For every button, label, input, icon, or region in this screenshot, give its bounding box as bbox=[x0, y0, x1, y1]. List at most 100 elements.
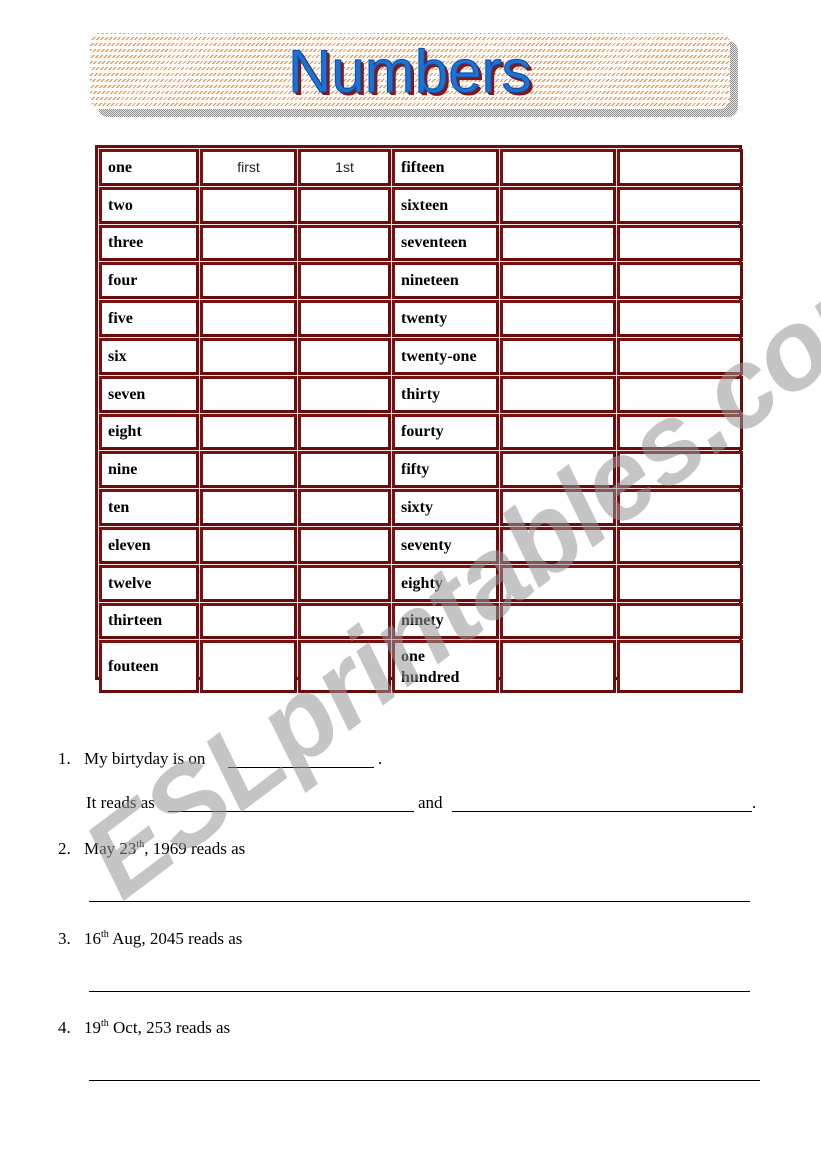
ordinal-word-cell[interactable] bbox=[500, 451, 616, 489]
cardinal-cell: three bbox=[99, 224, 199, 262]
exercise-prompt: Aug, 2045 reads as bbox=[108, 929, 243, 948]
ordinal-word-cell[interactable] bbox=[500, 262, 616, 300]
reads-as-blank-1[interactable] bbox=[168, 811, 414, 812]
exercise-2: 2. May 23th, 1969 reads as bbox=[58, 839, 245, 859]
ordinal-word-cell[interactable] bbox=[200, 489, 297, 526]
answer-line-2[interactable] bbox=[89, 901, 750, 902]
ordinal-abbr-cell[interactable] bbox=[298, 375, 391, 413]
ordinal-word-cell[interactable] bbox=[200, 413, 297, 451]
ordinal-word-cell[interactable] bbox=[200, 337, 297, 375]
ordinal-word-cell[interactable] bbox=[500, 564, 616, 602]
ordinal-word-cell[interactable] bbox=[500, 602, 616, 640]
cardinal-cell: four bbox=[99, 262, 199, 300]
exercise-number: 4. bbox=[58, 1018, 71, 1037]
ordinal-abbr-cell[interactable] bbox=[617, 526, 743, 564]
ordinal-abbr-cell[interactable] bbox=[298, 413, 391, 451]
ordinal-word-cell[interactable] bbox=[200, 262, 297, 300]
cardinal-cell: twenty-one bbox=[392, 337, 499, 375]
cardinal-cell: eleven bbox=[99, 526, 199, 564]
exercise-number: 2. bbox=[58, 839, 71, 858]
ordinal-word-cell[interactable] bbox=[200, 451, 297, 489]
cardinal-cell: ninety bbox=[392, 602, 499, 640]
ordinal-word-cell[interactable] bbox=[500, 149, 616, 186]
ordinal-abbr-cell[interactable] bbox=[298, 526, 391, 564]
cardinal-cell: fouteen bbox=[99, 640, 199, 694]
ordinal-abbr-cell[interactable] bbox=[617, 224, 743, 262]
cardinal-cell: seventeen bbox=[392, 224, 499, 262]
ordinal-abbr-cell[interactable] bbox=[298, 602, 391, 640]
reads-as-blank-2[interactable] bbox=[452, 811, 752, 812]
ordinal-word-cell[interactable] bbox=[500, 640, 616, 694]
cardinal-cell: six bbox=[99, 337, 199, 375]
ordinal-word-cell[interactable] bbox=[200, 224, 297, 262]
numbers-table: one first 1st fifteen two sixteen three sevente… bbox=[95, 145, 743, 694]
ordinal-abbr-cell[interactable] bbox=[617, 413, 743, 451]
cardinal-cell: eight bbox=[99, 413, 199, 451]
cardinal-cell: one hundred bbox=[392, 640, 499, 694]
ordinal-word-cell[interactable] bbox=[500, 186, 616, 224]
ordinal-abbr-cell[interactable] bbox=[617, 149, 743, 186]
ordinal-word-cell[interactable] bbox=[500, 489, 616, 526]
ordinal-abbr-cell[interactable] bbox=[298, 337, 391, 375]
cardinal-cell: twenty bbox=[392, 300, 499, 337]
ordinal-abbr-cell[interactable] bbox=[298, 489, 391, 526]
ordinal-abbr-cell[interactable] bbox=[617, 262, 743, 300]
ordinal-word-cell[interactable] bbox=[500, 337, 616, 375]
exercise-1-reads-as: It reads as bbox=[86, 793, 155, 812]
ordinal-word-cell: first bbox=[200, 149, 297, 186]
cardinal-cell: five bbox=[99, 300, 199, 337]
cardinal-cell: one bbox=[99, 149, 199, 186]
ordinal-word-cell[interactable] bbox=[200, 564, 297, 602]
exercise-4: 4. 19th Oct, 253 reads as bbox=[58, 1018, 230, 1038]
ordinal-word-cell[interactable] bbox=[200, 186, 297, 224]
exercise-1-line2-end: . bbox=[752, 793, 757, 812]
answer-line-4[interactable] bbox=[89, 1080, 760, 1081]
exercise-3: 3. 16th Aug, 2045 reads as bbox=[58, 929, 242, 949]
ordinal-word-cell[interactable] bbox=[500, 224, 616, 262]
ordinal-word-cell[interactable] bbox=[500, 300, 616, 337]
exercise-text: My birtyday is on bbox=[84, 749, 206, 768]
title-banner: Numbers bbox=[90, 33, 730, 109]
exercise-1-end: . bbox=[378, 749, 383, 768]
exercise-date: 16 bbox=[84, 929, 101, 948]
page-title: Numbers bbox=[288, 38, 532, 106]
exercise-date: 19 bbox=[84, 1018, 101, 1037]
ordinal-word-cell[interactable] bbox=[500, 526, 616, 564]
ordinal-abbr-cell[interactable] bbox=[298, 186, 391, 224]
ordinal-word-cell[interactable] bbox=[200, 602, 297, 640]
cardinal-cell: sixteen bbox=[392, 186, 499, 224]
ordinal-abbr-cell[interactable] bbox=[298, 300, 391, 337]
cardinal-cell: two bbox=[99, 186, 199, 224]
ordinal-abbr-cell[interactable] bbox=[617, 186, 743, 224]
ordinal-word-cell[interactable] bbox=[200, 375, 297, 413]
cardinal-cell: thirty bbox=[392, 375, 499, 413]
ordinal-abbr-cell[interactable] bbox=[298, 640, 391, 694]
ordinal-abbr-cell[interactable] bbox=[298, 451, 391, 489]
ordinal-abbr-cell[interactable] bbox=[617, 564, 743, 602]
ordinal-abbr-cell[interactable] bbox=[298, 224, 391, 262]
exercise-prompt: , 1969 reads as bbox=[144, 839, 246, 858]
ordinal-abbr-cell[interactable] bbox=[298, 564, 391, 602]
ordinal-word-cell[interactable] bbox=[200, 300, 297, 337]
cardinal-cell: fifty bbox=[392, 451, 499, 489]
ordinal-word-cell[interactable] bbox=[200, 526, 297, 564]
ordinal-abbr-cell[interactable] bbox=[617, 602, 743, 640]
answer-line-3[interactable] bbox=[89, 991, 750, 992]
ordinal-abbr-cell[interactable] bbox=[617, 337, 743, 375]
ordinal-abbr-cell[interactable] bbox=[617, 300, 743, 337]
ordinal-abbr-cell[interactable] bbox=[298, 262, 391, 300]
cardinal-cell: nineteen bbox=[392, 262, 499, 300]
ordinal-abbr-cell[interactable] bbox=[617, 489, 743, 526]
cardinal-cell: sixty bbox=[392, 489, 499, 526]
ordinal-word-cell[interactable] bbox=[500, 375, 616, 413]
ordinal-abbr-cell[interactable] bbox=[617, 640, 743, 694]
ordinal-abbr-cell[interactable] bbox=[617, 451, 743, 489]
cardinal-cell: fifteen bbox=[392, 149, 499, 186]
ordinal-word-cell[interactable] bbox=[500, 413, 616, 451]
ordinal-abbr-cell[interactable] bbox=[617, 375, 743, 413]
cardinal-cell: seventy bbox=[392, 526, 499, 564]
cardinal-cell: seven bbox=[99, 375, 199, 413]
ordinal-word-cell[interactable] bbox=[200, 640, 297, 694]
birthday-blank[interactable] bbox=[228, 767, 374, 768]
exercise-text: 16th Aug, 2045 reads as bbox=[84, 929, 242, 949]
